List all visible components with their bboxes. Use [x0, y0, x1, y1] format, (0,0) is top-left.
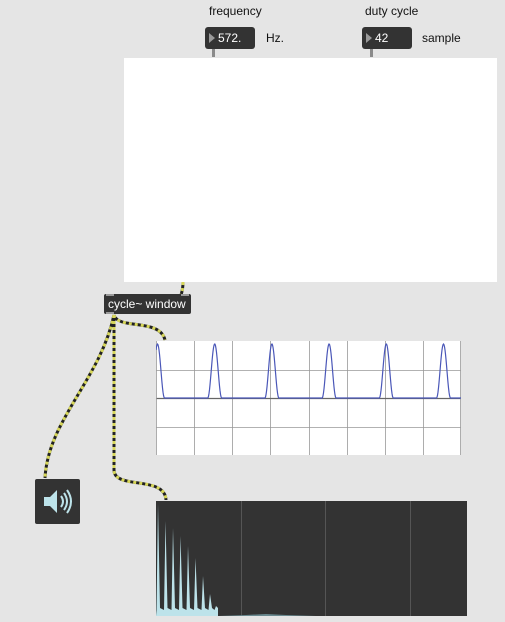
- object-inlet-right[interactable]: [181, 294, 189, 296]
- oscilloscope-plot: [156, 341, 461, 455]
- spectrum-noise: [218, 614, 316, 616]
- patchcord-object-to-speaker: [43, 314, 116, 479]
- object-inlet[interactable]: [106, 294, 114, 296]
- patchcord-object-to-scope: [112, 314, 167, 341]
- spectrum-plot: [156, 501, 411, 616]
- object-label: cycle~ window: [108, 297, 186, 311]
- scope-trace: [156, 342, 461, 399]
- oscilloscope-display[interactable]: [156, 341, 461, 455]
- object-outlet[interactable]: [106, 312, 114, 314]
- cycle-window-object[interactable]: cycle~ window: [104, 294, 191, 314]
- spectroscope-display[interactable]: [156, 501, 467, 616]
- speaker-button[interactable]: [35, 479, 80, 524]
- speaker-icon: [44, 489, 72, 514]
- spectrum-fill: [156, 504, 218, 616]
